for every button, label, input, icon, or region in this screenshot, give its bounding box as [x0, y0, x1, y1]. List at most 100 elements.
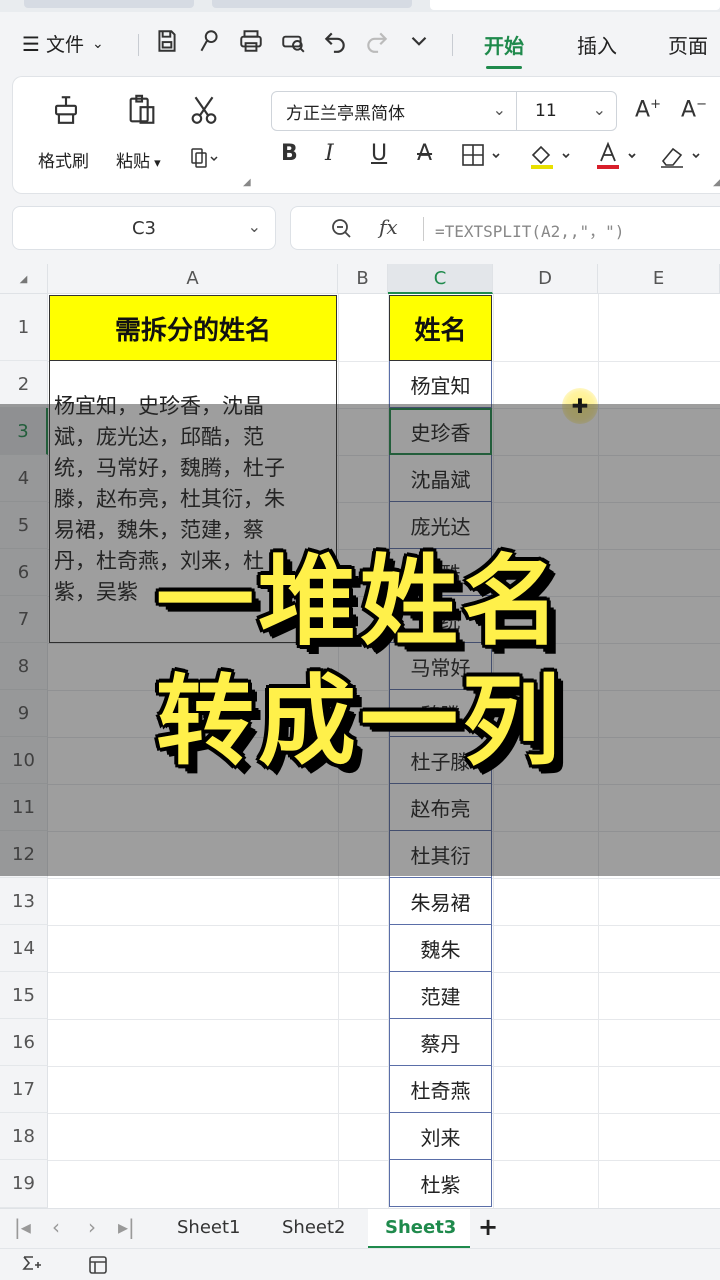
decrease-font-icon[interactable]: A−	[681, 97, 707, 122]
row-header[interactable]: 17	[0, 1066, 48, 1113]
print-preview-icon[interactable]	[280, 28, 310, 58]
redo-icon[interactable]	[364, 28, 394, 58]
add-sheet-icon[interactable]: +	[478, 1213, 498, 1241]
sheet-tab-2[interactable]: Sheet2	[282, 1217, 346, 1238]
fill-color-icon[interactable]	[527, 141, 577, 177]
function-icon[interactable]: fx	[379, 215, 398, 239]
chevron-down-icon: ⌄	[247, 217, 261, 236]
increase-font-icon[interactable]: A+	[635, 97, 661, 122]
name-box[interactable]: C3 ⌄	[12, 206, 276, 250]
tab-insert[interactable]: 插入	[577, 30, 617, 59]
cell-c19[interactable]: 杜紫	[389, 1160, 492, 1207]
select-all-corner[interactable]: ◢	[0, 264, 48, 294]
cell-reference: C3	[131, 217, 157, 239]
paste-label: 粘贴	[116, 152, 150, 172]
status-bar	[0, 1248, 720, 1280]
window-tab-3[interactable]	[430, 0, 720, 10]
cell-c18[interactable]: 刘来	[389, 1113, 492, 1160]
chevron-down-icon: ⌄	[592, 100, 606, 119]
chevron-down-icon: ⌄	[492, 100, 506, 119]
link-icon[interactable]	[196, 28, 226, 58]
row-header[interactable]: 18	[0, 1113, 48, 1160]
first-sheet-icon[interactable]: |◂	[14, 1215, 31, 1239]
menu-bar: ☰ 文件 ⌄ 开始 插入 页面	[0, 12, 720, 74]
hamburger-icon: ☰	[22, 31, 40, 56]
expand-corner-icon[interactable]: ◢	[243, 177, 251, 188]
cell-a1[interactable]: 需拆分的姓名	[49, 295, 337, 361]
row-header[interactable]: 19	[0, 1160, 48, 1208]
expand-corner-icon[interactable]: ◢	[713, 177, 720, 188]
font-name-value: 方正兰亭黑简体	[286, 103, 405, 124]
formula-bar[interactable]: fx =TEXTSPLIT(A2,,"，")	[290, 206, 720, 250]
row-header[interactable]: 1	[0, 294, 48, 361]
print-icon[interactable]	[238, 28, 268, 58]
row-gridline	[48, 972, 720, 973]
cut-icon[interactable]	[187, 93, 221, 131]
cell-c14[interactable]: 魏朱	[389, 925, 492, 972]
row-header[interactable]: 2	[0, 361, 48, 408]
cell-c13[interactable]: 朱易裙	[389, 878, 492, 925]
row-gridline	[48, 1160, 720, 1161]
row-gridline	[48, 878, 720, 879]
format-painter-label[interactable]: 格式刷	[38, 147, 89, 172]
paste-button[interactable]: 粘贴 ▾	[116, 147, 161, 172]
file-menu[interactable]: ☰ 文件 ⌄	[22, 30, 104, 57]
sheet-tab-bar: |◂ ‹ › ▸| Sheet1 Sheet2 Sheet3 +	[0, 1208, 720, 1249]
column-header-b[interactable]: B	[338, 264, 388, 294]
row-gridline	[48, 1113, 720, 1114]
more-chevron-icon[interactable]	[406, 28, 436, 58]
row-gridline	[48, 925, 720, 926]
cell-c15[interactable]: 范建	[389, 972, 492, 1019]
column-header-c[interactable]: C	[388, 264, 493, 294]
file-menu-label: 文件	[45, 34, 84, 56]
row-gridline	[48, 1019, 720, 1020]
tab-home[interactable]: 开始	[484, 30, 524, 69]
column-header-d[interactable]: D	[493, 264, 598, 294]
undo-icon[interactable]	[322, 28, 352, 58]
cell-c17[interactable]: 杜奇燕	[389, 1066, 492, 1113]
borders-icon[interactable]	[461, 143, 509, 175]
row-header[interactable]: 15	[0, 972, 48, 1019]
clear-format-icon[interactable]	[657, 141, 707, 177]
window-tab-2[interactable]	[212, 0, 412, 8]
italic-icon[interactable]: I	[325, 141, 334, 166]
font-size-value: 11	[535, 101, 557, 121]
row-header[interactable]: 16	[0, 1019, 48, 1066]
overlay-title-line-2: 转成一列	[155, 665, 564, 779]
next-sheet-icon[interactable]: ›	[88, 1215, 96, 1239]
chevron-down-icon: ⌄	[91, 35, 104, 52]
cell-c1[interactable]: 姓名	[389, 295, 492, 361]
underline-icon[interactable]: U	[371, 141, 387, 166]
divider	[452, 34, 453, 56]
font-size-select[interactable]: 11 ⌄	[517, 91, 617, 131]
save-icon[interactable]	[154, 28, 184, 58]
row-header[interactable]: 14	[0, 925, 48, 972]
sheet-tab-3[interactable]: Sheet3	[385, 1217, 456, 1238]
bold-icon[interactable]: B	[281, 141, 298, 166]
layout-icon[interactable]	[86, 1253, 110, 1277]
divider	[423, 217, 424, 241]
last-sheet-icon[interactable]: ▸|	[118, 1215, 135, 1239]
zoom-out-icon[interactable]	[329, 216, 353, 240]
window-tab-1[interactable]	[24, 0, 194, 8]
sheet-tab-1[interactable]: Sheet1	[177, 1217, 241, 1238]
divider	[138, 34, 139, 56]
format-painter-icon[interactable]	[49, 93, 83, 131]
cell-c2[interactable]: 杨宜知	[389, 361, 492, 408]
paste-icon[interactable]	[125, 93, 159, 131]
formula-text[interactable]: =TEXTSPLIT(A2,,"，")	[435, 218, 624, 242]
row-gridline	[48, 1066, 720, 1067]
strikethrough-icon[interactable]: A	[417, 141, 432, 166]
ribbon-toolbar: 格式刷 粘贴 ▾ 方正兰亭黑简体 ⌄ 11 ⌄ A+ A− B I U A ◢ …	[12, 76, 720, 194]
row-header[interactable]: 13	[0, 878, 48, 925]
column-header-e[interactable]: E	[598, 264, 720, 294]
font-name-select[interactable]: 方正兰亭黑简体 ⌄	[271, 91, 517, 131]
sum-toggle-icon[interactable]	[20, 1253, 44, 1277]
window-tab-strip	[0, 0, 720, 12]
prev-sheet-icon[interactable]: ‹	[52, 1215, 60, 1239]
column-header-a[interactable]: A	[48, 264, 338, 294]
tab-page[interactable]: 页面	[668, 30, 708, 59]
font-color-icon[interactable]	[593, 141, 643, 177]
copy-icon[interactable]	[189, 141, 223, 179]
cell-c16[interactable]: 蔡丹	[389, 1019, 492, 1066]
